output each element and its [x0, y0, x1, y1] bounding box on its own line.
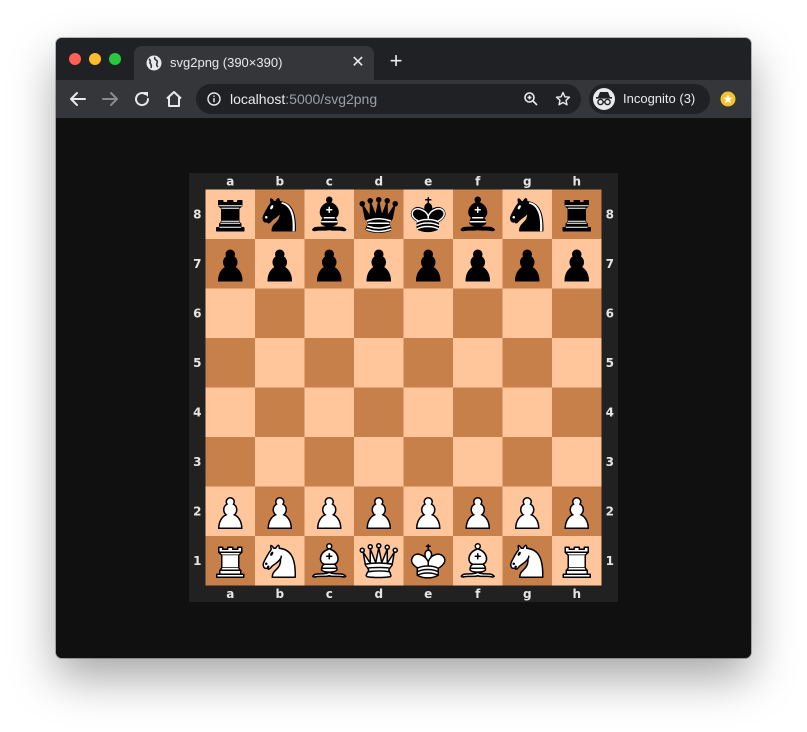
square-h5[interactable] [552, 338, 602, 388]
rank-label-left-8: 8 [193, 207, 201, 221]
url-host: localhost [230, 91, 286, 107]
square-a4[interactable] [205, 387, 256, 438]
square-c4[interactable] [304, 387, 355, 438]
square-c5[interactable] [304, 338, 355, 388]
file-label-top-b: b [275, 174, 284, 188]
url-text: localhost:5000/svg2png [230, 91, 377, 107]
square-e6[interactable] [403, 288, 454, 339]
square-f6[interactable] [453, 288, 503, 339]
rank-label-left-5: 5 [193, 356, 201, 370]
tab-svg2png[interactable]: svg2png (390×390) ✕ [134, 46, 374, 80]
rank-label-right-5: 5 [606, 356, 614, 370]
square-b6[interactable] [255, 288, 305, 339]
square-a6[interactable] [205, 288, 256, 339]
file-label-top-d: d [374, 174, 383, 188]
file-label-top-c: c [326, 174, 333, 188]
file-label-bottom-e: e [424, 587, 432, 601]
square-c3[interactable] [304, 437, 355, 487]
file-label-top-a: a [226, 174, 234, 188]
incognito-button[interactable]: Incognito (3) [589, 84, 710, 114]
file-label-bottom-h: h [572, 587, 581, 601]
file-label-bottom-g: g [523, 587, 532, 601]
file-label-bottom-f: f [475, 587, 481, 601]
back-arrow-icon[interactable] [68, 89, 88, 109]
site-info-icon[interactable] [207, 92, 221, 106]
rank-label-right-7: 7 [606, 257, 614, 271]
square-h3[interactable] [552, 437, 602, 487]
forward-arrow-icon[interactable] [100, 89, 120, 109]
square-d5[interactable] [354, 338, 404, 388]
file-label-bottom-b: b [275, 587, 284, 601]
chessboard-image: a a b b c c d d e e f f g g h h 8 8 7 7 6 6 5 5 4 4 3 3 2 2 1 1 [189, 173, 618, 602]
tab-strip: svg2png (390×390) ✕ + [56, 38, 751, 80]
chessboard: a a b b c c d d e e f f g g h h 8 8 7 7 6 6 5 5 4 4 3 3 2 2 1 1 [189, 173, 618, 602]
rank-label-left-7: 7 [193, 257, 201, 271]
home-icon[interactable] [164, 89, 184, 109]
file-label-top-e: e [424, 174, 432, 188]
square-f3[interactable] [453, 437, 503, 487]
browser-toolbar: localhost:5000/svg2png Incognito (3) [56, 80, 751, 118]
square-d3[interactable] [354, 437, 404, 487]
square-f4[interactable] [453, 387, 503, 438]
file-label-top-g: g [523, 174, 532, 188]
rank-label-right-1: 1 [606, 554, 614, 568]
rank-label-right-4: 4 [606, 405, 614, 419]
square-h4[interactable] [552, 387, 602, 438]
rank-label-right-6: 6 [606, 306, 614, 320]
bookmark-star-icon[interactable] [555, 91, 571, 107]
rank-label-right-8: 8 [606, 207, 614, 221]
square-b4[interactable] [255, 387, 305, 438]
file-label-bottom-a: a [226, 587, 234, 601]
rank-label-left-2: 2 [193, 504, 201, 518]
rank-label-left-3: 3 [193, 455, 201, 469]
square-g6[interactable] [502, 288, 553, 339]
address-bar[interactable]: localhost:5000/svg2png [196, 84, 581, 114]
square-b5[interactable] [255, 338, 305, 388]
square-e5[interactable] [403, 338, 454, 388]
globe-icon [146, 55, 162, 71]
rank-label-right-3: 3 [606, 455, 614, 469]
new-tab-button[interactable]: + [384, 50, 408, 74]
browser-window: svg2png (390×390) ✕ + localhost:5000/svg… [56, 38, 751, 658]
square-g3[interactable] [502, 437, 553, 487]
close-window-button[interactable] [69, 53, 81, 65]
zoom-window-button[interactable] [109, 53, 121, 65]
square-g4[interactable] [502, 387, 553, 438]
minimize-window-button[interactable] [89, 53, 101, 65]
square-a3[interactable] [205, 437, 256, 487]
extension-icon[interactable] [720, 91, 736, 107]
square-e3[interactable] [403, 437, 454, 487]
square-c6[interactable] [304, 288, 355, 339]
square-h6[interactable] [552, 288, 602, 339]
square-a5[interactable] [205, 338, 256, 388]
page-content: a a b b c c d d e e f f g g h h 8 8 7 7 6 6 5 5 4 4 3 3 2 2 1 1 [56, 118, 751, 658]
rank-label-left-6: 6 [193, 306, 201, 320]
close-tab-icon[interactable]: ✕ [348, 53, 368, 73]
square-e4[interactable] [403, 387, 454, 438]
url-path: :5000/svg2png [285, 91, 378, 107]
rank-label-left-1: 1 [193, 554, 201, 568]
zoom-icon[interactable] [523, 91, 539, 107]
rank-label-right-2: 2 [606, 504, 614, 518]
file-label-top-f: f [475, 174, 481, 188]
incognito-icon [593, 88, 615, 110]
file-label-bottom-c: c [326, 587, 333, 601]
file-label-top-h: h [572, 174, 581, 188]
reload-icon[interactable] [132, 89, 152, 109]
tab-title: svg2png (390×390) [170, 55, 283, 70]
square-g5[interactable] [502, 338, 553, 388]
square-d4[interactable] [354, 387, 404, 438]
incognito-label: Incognito (3) [623, 91, 696, 106]
square-d6[interactable] [354, 288, 404, 339]
square-f5[interactable] [453, 338, 503, 388]
file-label-bottom-d: d [374, 587, 383, 601]
rank-label-left-4: 4 [193, 405, 201, 419]
square-b3[interactable] [255, 437, 305, 487]
